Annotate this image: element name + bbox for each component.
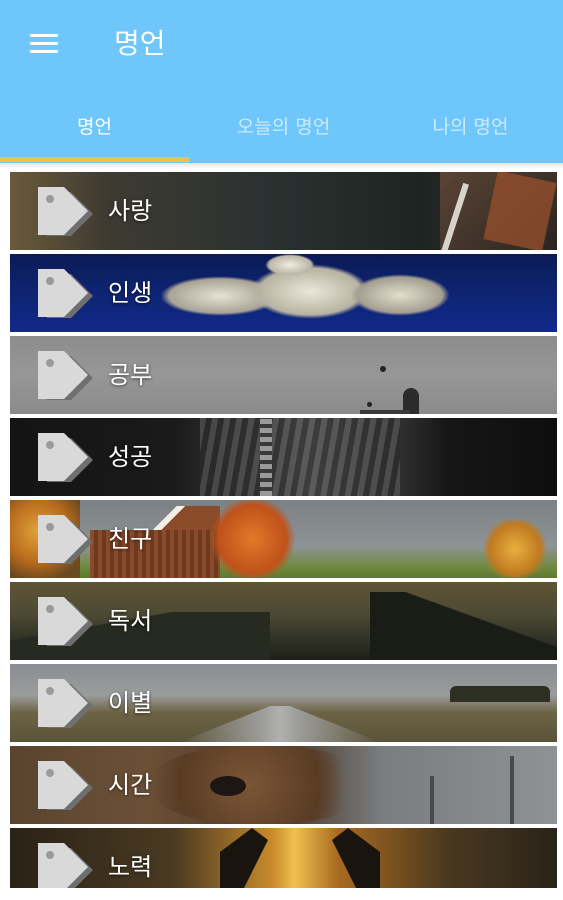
appbar-shadow (0, 163, 563, 169)
tag-icon (38, 597, 93, 646)
page-title: 명언 (114, 27, 166, 60)
category-item-study[interactable]: 공부 (10, 336, 557, 414)
category-label: 시간 (108, 771, 153, 799)
tab-indicator (0, 157, 189, 162)
hamburger-menu-icon[interactable] (26, 30, 60, 56)
tag-icon (38, 433, 93, 482)
tab-today-quote[interactable]: 오늘의 명언 (189, 98, 378, 157)
category-label: 노력 (108, 853, 153, 881)
category-item-reading[interactable]: 독서 (10, 582, 557, 660)
category-label: 독서 (108, 607, 153, 635)
category-item-time[interactable]: 시간 (10, 746, 557, 824)
tag-icon (38, 515, 93, 564)
category-label: 성공 (108, 443, 153, 471)
category-item-success[interactable]: 성공 (10, 418, 557, 496)
tag-icon (38, 843, 93, 888)
category-label: 인생 (108, 279, 153, 307)
tab-bar: 명언 오늘의 명언 나의 명언 (0, 98, 563, 163)
category-label: 이별 (108, 689, 153, 717)
category-label: 친구 (108, 525, 153, 553)
category-item-farewell[interactable]: 이별 (10, 664, 557, 742)
tag-icon (38, 351, 93, 400)
app-bar: 명언 명언 오늘의 명언 나의 명언 (0, 0, 563, 163)
category-item-love[interactable]: 사랑 (10, 172, 557, 250)
tag-icon (38, 761, 93, 810)
tag-icon (38, 187, 93, 236)
category-item-life[interactable]: 인생 (10, 254, 557, 332)
tab-quotes[interactable]: 명언 (0, 98, 189, 157)
tag-icon (38, 269, 93, 318)
category-item-effort[interactable]: 노력 (10, 828, 557, 888)
category-label: 공부 (108, 361, 153, 389)
category-label: 사랑 (108, 197, 153, 225)
tag-icon (38, 679, 93, 728)
tab-my-quotes[interactable]: 나의 명언 (378, 98, 563, 157)
category-item-friend[interactable]: 친구 (10, 500, 557, 578)
